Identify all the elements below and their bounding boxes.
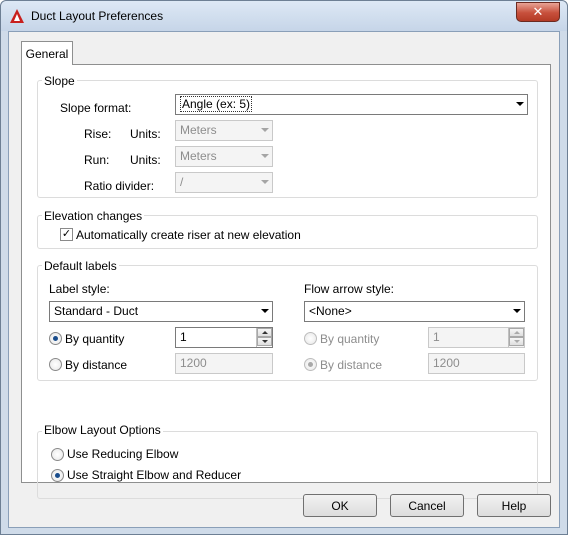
flow-by-quantity-radio[interactable]	[304, 332, 317, 345]
chevron-down-icon	[261, 180, 269, 184]
distance-input[interactable]: 1200	[175, 353, 273, 374]
ok-button-label: OK	[331, 498, 349, 513]
flow-by-quantity-label[interactable]: By quantity	[320, 332, 379, 346]
close-icon: ✕	[532, 4, 544, 19]
straight-elbow-radio[interactable]	[51, 469, 64, 482]
ratio-divider-value: /	[180, 175, 184, 189]
tab-general[interactable]: General	[21, 41, 73, 65]
flow-quantity-value: 1	[433, 330, 440, 344]
dialog-client: General Slope Slope format: Angle (ex: 5…	[8, 31, 560, 528]
by-quantity-radio[interactable]	[49, 332, 62, 345]
autocad-logo-icon	[9, 8, 25, 24]
cancel-button-label: Cancel	[408, 498, 446, 513]
by-quantity-label[interactable]: By quantity	[65, 332, 124, 346]
flow-distance-input[interactable]: 1200	[428, 353, 525, 374]
ratio-divider-dropdown[interactable]: /	[175, 172, 273, 193]
quantity-value: 1	[180, 330, 187, 344]
flow-quantity-input[interactable]: 1	[428, 327, 525, 348]
flow-arrow-style-dropdown[interactable]: <None>	[304, 301, 525, 322]
elevation-group-title: Elevation changes	[42, 209, 145, 223]
chevron-down-icon	[513, 309, 521, 313]
flow-quantity-stepper[interactable]	[508, 328, 524, 347]
cancel-button[interactable]: Cancel	[390, 494, 464, 517]
chevron-down-icon	[261, 128, 269, 132]
label-style-value: Standard - Duct	[54, 304, 139, 318]
spin-up-icon[interactable]	[257, 328, 272, 337]
spin-down-icon[interactable]	[257, 337, 272, 346]
straight-elbow-label[interactable]: Use Straight Elbow and Reducer	[67, 468, 241, 482]
close-button[interactable]: ✕	[516, 2, 560, 22]
label-style-dropdown[interactable]: Standard - Duct	[49, 301, 273, 322]
ratio-divider-label: Ratio divider:	[84, 179, 155, 193]
default-labels-group-title: Default labels	[42, 259, 119, 273]
quantity-stepper[interactable]	[256, 328, 272, 347]
reducing-elbow-label[interactable]: Use Reducing Elbow	[67, 447, 178, 461]
rise-units-label: Units:	[130, 127, 161, 141]
rise-label: Rise:	[84, 127, 112, 141]
slope-format-dropdown[interactable]: Angle (ex: 5)	[175, 94, 528, 115]
run-units-dropdown[interactable]: Meters	[175, 146, 273, 167]
chevron-down-icon	[516, 102, 524, 106]
rise-units-value: Meters	[180, 123, 217, 137]
flow-arrow-style-value: <None>	[309, 304, 352, 318]
flow-by-distance-label[interactable]: By distance	[320, 358, 382, 372]
chevron-down-icon	[261, 154, 269, 158]
tab-page-general: Slope Slope format: Angle (ex: 5) Rise: …	[21, 64, 551, 499]
ok-button[interactable]: OK	[303, 494, 377, 517]
help-button[interactable]: Help	[477, 494, 551, 517]
distance-value: 1200	[180, 356, 207, 370]
by-distance-radio[interactable]	[49, 358, 62, 371]
title-bar[interactable]: Duct Layout Preferences ✕	[1, 1, 567, 31]
dialog-window: Duct Layout Preferences ✕ General Slope …	[0, 0, 568, 535]
slope-group-title: Slope	[42, 74, 77, 88]
run-units-label: Units:	[130, 153, 161, 167]
chevron-down-icon	[261, 309, 269, 313]
flow-by-distance-radio[interactable]	[304, 358, 317, 371]
flow-arrow-style-label: Flow arrow style:	[304, 282, 395, 296]
auto-riser-label[interactable]: Automatically create riser at new elevat…	[76, 228, 301, 242]
flow-distance-value: 1200	[433, 356, 460, 370]
help-button-label: Help	[501, 498, 527, 513]
run-label: Run:	[84, 153, 110, 167]
rise-units-dropdown[interactable]: Meters	[175, 120, 273, 141]
auto-riser-checkbox[interactable]: ✓	[60, 228, 73, 241]
label-style-label: Label style:	[49, 282, 110, 296]
slope-format-label: Slope format:	[60, 101, 132, 115]
checkmark-icon: ✓	[61, 228, 72, 240]
by-distance-label[interactable]: By distance	[65, 358, 127, 372]
elbow-group-title: Elbow Layout Options	[42, 423, 163, 437]
tab-general-label: General	[25, 46, 69, 61]
elbow-group	[37, 431, 538, 499]
quantity-input[interactable]: 1	[175, 327, 273, 348]
reducing-elbow-radio[interactable]	[51, 448, 64, 461]
window-title: Duct Layout Preferences	[31, 9, 164, 23]
run-units-value: Meters	[180, 149, 217, 163]
spin-up-icon[interactable]	[509, 328, 524, 337]
spin-down-icon[interactable]	[509, 337, 524, 346]
slope-format-value: Angle (ex: 5)	[180, 96, 253, 112]
